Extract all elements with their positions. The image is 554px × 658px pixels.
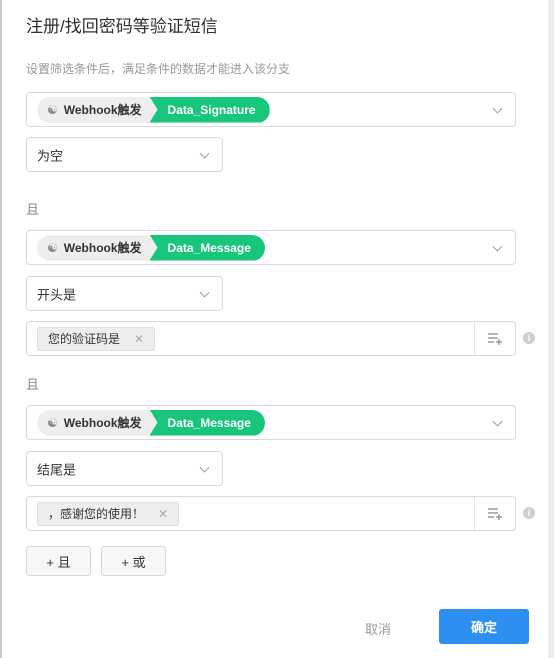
list-add-icon[interactable] — [487, 332, 503, 346]
operator-label: 为空 — [37, 148, 64, 163]
webhook-icon: ☯ — [47, 415, 58, 430]
field-pill: ☯ Webhook触发 Data_Message — [37, 234, 265, 261]
and-connector: 且 — [26, 377, 40, 392]
value-input-2[interactable]: 您的验证码是 ✕ — [26, 321, 516, 356]
operator-select-2[interactable]: 开头是 — [26, 276, 223, 311]
field-pill: ☯ Webhook触发 Data_Message — [37, 409, 265, 436]
left-edge — [0, 0, 2, 658]
field-select-3[interactable]: ☯ Webhook触发 Data_Message — [26, 405, 516, 440]
value-tag-label: 您的验证码是 — [48, 332, 121, 346]
dialog-description: 设置筛选条件后，满足条件的数据才能进入该分支 — [26, 62, 291, 76]
scrollbar[interactable] — [548, 0, 554, 658]
cancel-button[interactable]: 取消 — [365, 619, 391, 638]
field-label: Data_Signature — [149, 96, 270, 123]
close-icon[interactable]: ✕ — [134, 332, 144, 346]
source-label: Webhook触发 — [63, 416, 142, 430]
chevron-down-icon — [492, 416, 503, 427]
field-select-2[interactable]: ☯ Webhook触发 Data_Message — [26, 230, 516, 265]
source-label: Webhook触发 — [63, 103, 142, 117]
chevron-down-icon — [199, 287, 210, 298]
value-tag: ，感谢您的使用！ ✕ — [37, 501, 180, 526]
list-add-icon[interactable] — [487, 507, 503, 521]
operator-select-3[interactable]: 结尾是 — [26, 451, 223, 486]
webhook-icon: ☯ — [47, 240, 58, 255]
add-or-button[interactable]: + 或 — [101, 546, 166, 576]
field-label: Data_Message — [149, 409, 265, 436]
confirm-button[interactable]: 确定 — [439, 609, 529, 644]
operator-label: 开头是 — [37, 287, 77, 302]
field-pill: ☯ Webhook触发 Data_Signature — [37, 96, 270, 123]
divider — [474, 322, 475, 355]
operator-label: 结尾是 — [37, 462, 77, 477]
source-label: Webhook触发 — [63, 241, 142, 255]
info-icon[interactable]: i — [523, 332, 535, 344]
add-and-button[interactable]: + 且 — [26, 546, 91, 576]
value-tag: 您的验证码是 ✕ — [37, 326, 156, 351]
and-connector: 且 — [26, 202, 40, 217]
chevron-down-icon — [492, 241, 503, 252]
field-label: Data_Message — [149, 234, 265, 261]
chevron-down-icon — [492, 103, 503, 114]
chevron-down-icon — [199, 462, 210, 473]
webhook-icon: ☯ — [47, 102, 58, 117]
divider — [474, 497, 475, 530]
dialog-title: 注册/找回密码等验证短信 — [26, 17, 218, 36]
info-icon[interactable]: i — [523, 507, 535, 519]
chevron-down-icon — [199, 148, 210, 159]
value-tag-label: ，感谢您的使用！ — [48, 507, 145, 521]
value-input-3[interactable]: ，感谢您的使用！ ✕ — [26, 496, 516, 531]
field-select-1[interactable]: ☯ Webhook触发 Data_Signature — [26, 92, 516, 127]
close-icon[interactable]: ✕ — [158, 507, 168, 521]
operator-select-1[interactable]: 为空 — [26, 137, 223, 172]
